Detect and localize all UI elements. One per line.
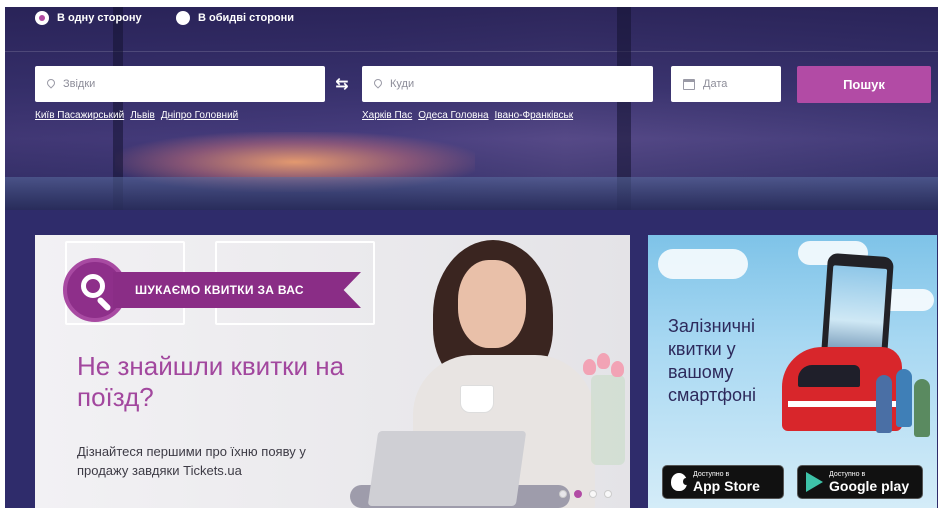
trip-round-trip-label: В обидві сторони	[198, 12, 295, 24]
promo-ribbon: ШУКАЄМО КВИТКИ ЗА ВАС	[113, 272, 361, 308]
coffee-cup-illustration	[460, 385, 494, 413]
date-field[interactable]	[671, 66, 781, 102]
radio-icon[interactable]	[35, 11, 49, 25]
traveler-illustration	[896, 369, 912, 427]
apple-icon	[671, 473, 689, 491]
swap-arrows-icon[interactable]: ⇆	[330, 76, 354, 94]
quick-link-from[interactable]: Київ Пасажирський	[35, 110, 124, 121]
slider-dots	[559, 490, 612, 498]
to-field[interactable]	[362, 66, 653, 102]
google-play-large: Google play	[829, 477, 910, 494]
promo-headline: Не знайшли квитки на поїзд?	[77, 351, 345, 412]
slider-dot[interactable]	[589, 490, 597, 498]
date-input[interactable]	[703, 78, 781, 90]
from-quick-links: Київ Пасажирський Львів Дніпро Головний	[35, 110, 238, 121]
woman-face-illustration	[458, 260, 526, 348]
train-window	[798, 365, 860, 387]
traveler-illustration	[876, 375, 892, 433]
quick-link-to[interactable]: Одеса Головна	[418, 110, 488, 121]
to-quick-links: Харків Пас Одеса Головна Івано-Франківсь…	[362, 110, 573, 121]
laptop-illustration	[367, 431, 527, 506]
search-button[interactable]: Пошук	[797, 66, 931, 103]
ticket-alert-promo-banner[interactable]: ШУКАЄМО КВИТКИ ЗА ВАС Не знайшли квитки …	[35, 235, 630, 508]
cloud-illustration	[658, 249, 748, 279]
tulips-illustration	[583, 353, 630, 387]
slider-dot[interactable]	[559, 490, 567, 498]
mobile-app-promo: Залізничні квитки у вашому смартфоні Дос…	[648, 235, 937, 508]
from-field[interactable]	[35, 66, 325, 102]
search-magnifier-icon	[81, 274, 105, 298]
location-pin-icon	[374, 79, 382, 90]
google-play-icon	[806, 472, 823, 492]
trip-one-way-option[interactable]: В одну сторону	[35, 11, 142, 25]
trip-one-way-label: В одну сторону	[57, 12, 142, 24]
hero-platform	[5, 177, 938, 210]
smartphone-screen	[827, 265, 888, 359]
calendar-icon	[683, 78, 695, 90]
quick-link-to[interactable]: Івано-Франківськ	[495, 110, 574, 121]
traveler-illustration	[914, 379, 930, 437]
to-input[interactable]	[390, 78, 653, 90]
hero-search-banner	[5, 7, 938, 210]
slider-dot-active[interactable]	[574, 490, 582, 498]
promo-subtext: Дізнайтеся першими про їхню появу у прод…	[77, 444, 306, 478]
app-store-text: Доступно в App Store	[693, 471, 760, 494]
app-store-large: App Store	[693, 477, 760, 494]
location-pin-icon	[47, 79, 55, 90]
quick-link-to[interactable]: Харків Пас	[362, 110, 412, 121]
radio-icon[interactable]	[176, 11, 190, 25]
trip-round-trip-option[interactable]: В обидві сторони	[176, 11, 294, 25]
google-play-text: Доступно в Google play	[829, 471, 909, 494]
slider-dot[interactable]	[604, 490, 612, 498]
search-magnifier-handle	[96, 296, 112, 312]
google-play-button[interactable]: Доступно в Google play	[797, 465, 923, 499]
app-store-button[interactable]: Доступно в App Store	[662, 465, 784, 499]
quick-link-from[interactable]: Дніпро Головний	[161, 110, 238, 121]
vase-illustration	[591, 375, 625, 465]
app-promo-title: Залізничні квитки у вашому смартфоні	[668, 316, 757, 405]
hero-divider	[5, 51, 938, 52]
from-input[interactable]	[63, 78, 325, 90]
quick-link-from[interactable]: Львів	[130, 110, 155, 121]
